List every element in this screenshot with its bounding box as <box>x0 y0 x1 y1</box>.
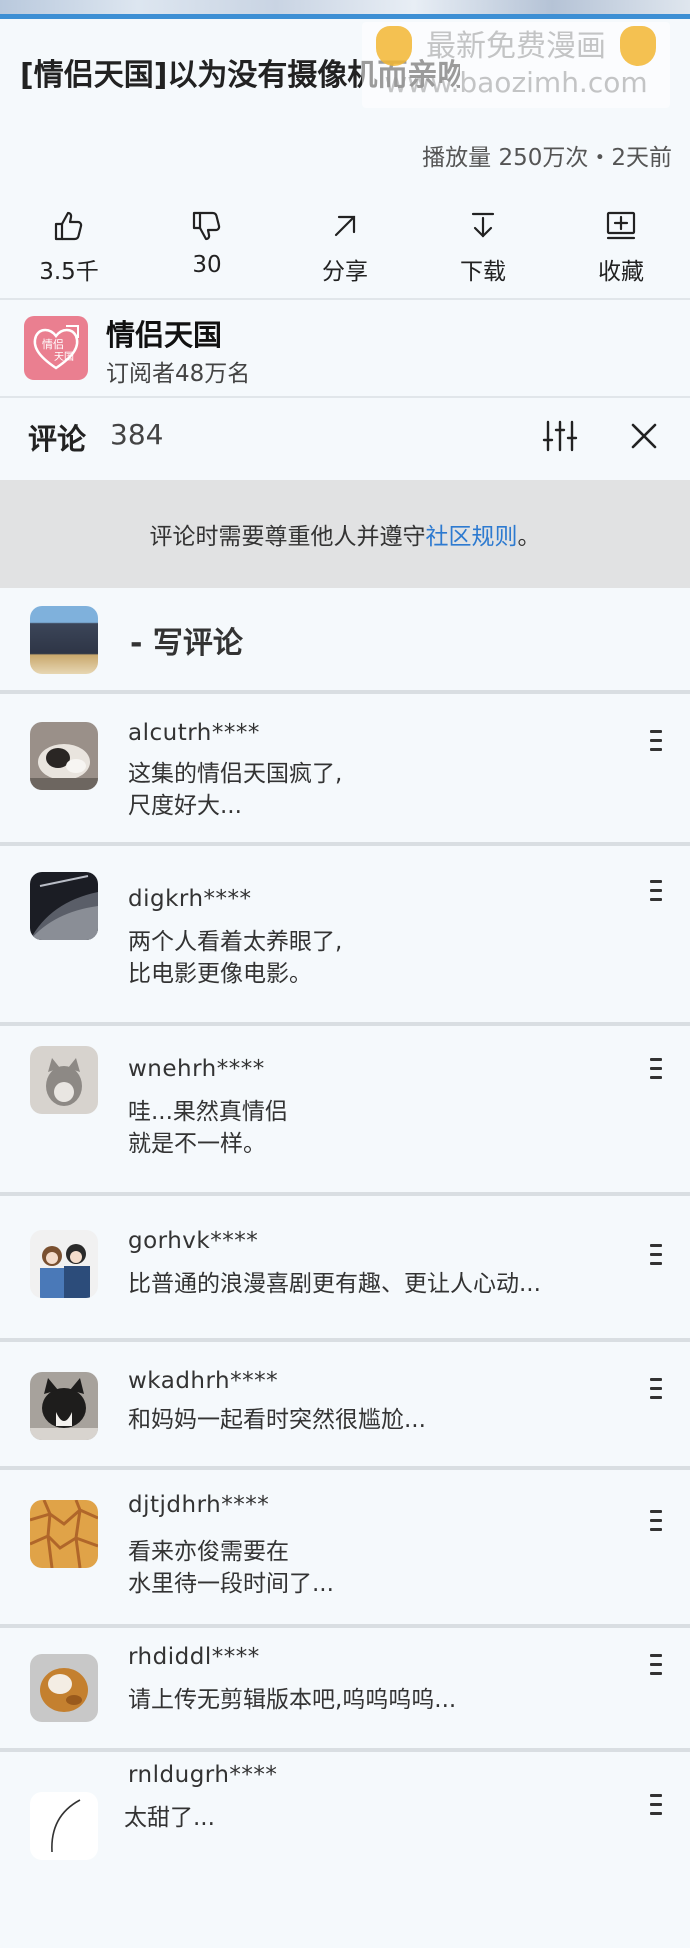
comment-text: 两个人看着太养眼了, 比电影更像电影。 <box>128 929 343 987</box>
comment-item: digkrh**** 两个人看着太养眼了, 比电影更像电影。 <box>0 846 690 1024</box>
cat-avatar-icon <box>30 722 98 790</box>
more-options-icon[interactable] <box>650 1654 662 1676</box>
channel-subscribers: 订阅者48万名 <box>106 361 251 387</box>
thumbs-down-icon <box>192 211 221 241</box>
watermark: 最新免费漫画 www.baozimh.com <box>362 22 670 108</box>
community-rules-link[interactable]: 社区规则 <box>426 517 518 551</box>
comment-username[interactable]: alcutrh**** <box>128 720 260 746</box>
avatar[interactable] <box>30 872 98 940</box>
comments-count: 384 <box>110 418 164 451</box>
channel-logo[interactable]: 情侣 天国 <box>24 316 88 380</box>
comment-text: 太甜了... <box>124 1805 215 1831</box>
more-options-icon[interactable] <box>650 880 662 902</box>
comments-header: 评论 384 <box>0 398 690 478</box>
thumbs-up-icon <box>54 211 83 241</box>
action-bar: 3.5千 30 分享 下载 收藏 <box>0 200 690 300</box>
more-options-icon[interactable] <box>650 730 662 752</box>
logo-text-bottom: 天国 <box>54 351 74 363</box>
comment-username[interactable]: djtjdhrh**** <box>128 1492 269 1518</box>
comment-username[interactable]: wnehrh**** <box>128 1056 265 1082</box>
more-options-icon[interactable] <box>650 1510 662 1532</box>
video-progress-bar[interactable] <box>0 14 690 19</box>
cat-avatar-icon <box>30 1372 98 1440</box>
more-options-icon[interactable] <box>650 1794 662 1816</box>
snack-avatar-icon <box>30 1500 98 1568</box>
comment-username[interactable]: wkadhrh**** <box>128 1368 278 1394</box>
comment-text: 比普通的浪漫喜剧更有趣、更让人心动... <box>128 1271 541 1297</box>
planet-avatar-icon <box>30 872 98 940</box>
comment-username[interactable]: rhdiddl**** <box>128 1644 260 1670</box>
channel-row[interactable]: 情侣 天国 情侣天国 订阅者48万名 <box>0 300 690 396</box>
save-label: 收藏 <box>598 259 644 285</box>
comment-item: djtjdhrh**** 看来亦俊需要在 水里待一段时间了... <box>0 1470 690 1624</box>
save-playlist-icon <box>606 211 636 240</box>
comment-username[interactable]: digkrh**** <box>128 886 252 912</box>
sort-filter-icon[interactable] <box>540 416 580 456</box>
avatar[interactable] <box>30 1372 98 1440</box>
current-user-avatar <box>30 606 98 674</box>
heart-logo-icon: 情侣 天国 <box>33 325 79 370</box>
comment-text: 哇...果然真情侣 就是不一样。 <box>128 1099 288 1157</box>
comment-text: 看来亦俊需要在 水里待一段时间了... <box>128 1539 334 1597</box>
write-comment-input[interactable]: - 写评论 <box>130 618 243 662</box>
comment-item: rhdiddl**** 请上传无剪辑版本吧,呜呜呜呜... <box>0 1628 690 1748</box>
dislike-count: 30 <box>192 252 222 278</box>
save-button[interactable]: 收藏 <box>552 200 690 300</box>
comment-text: 这集的情侣天国疯了, 尺度好大... <box>128 761 343 819</box>
dislike-button[interactable]: 30 <box>138 200 276 300</box>
share-icon <box>334 215 356 237</box>
bun-avatar-icon <box>30 1654 98 1722</box>
more-options-icon[interactable] <box>650 1378 662 1400</box>
more-options-icon[interactable] <box>650 1244 662 1266</box>
pointing-hand-icon <box>620 26 656 66</box>
comment-username[interactable]: gorhvk**** <box>128 1228 258 1254</box>
community-notice: 评论时需要尊重他人并遵守 社区规则。 <box>0 480 690 588</box>
comment-item: wnehrh**** 哇...果然真情侣 就是不一样。 <box>0 1026 690 1192</box>
comment-item: alcutrh**** 这集的情侣天国疯了, 尺度好大... <box>0 694 690 842</box>
comment-item: rnldugrh**** 太甜了... <box>0 1752 690 1948</box>
avatar[interactable] <box>30 1046 98 1114</box>
close-icon[interactable] <box>626 418 662 454</box>
like-count: 3.5千 <box>39 259 99 285</box>
share-button[interactable]: 分享 <box>276 200 414 300</box>
avatar[interactable] <box>30 1654 98 1722</box>
pointing-hand-icon <box>376 26 412 66</box>
avatar[interactable] <box>30 722 98 790</box>
comment-text: 请上传无剪辑版本吧,呜呜呜呜... <box>128 1687 457 1713</box>
channel-name[interactable]: 情侣天国 <box>106 312 222 354</box>
notice-end: 。 <box>517 524 541 550</box>
write-comment-row[interactable]: - 写评论 <box>0 590 690 690</box>
avatar[interactable] <box>30 1500 98 1568</box>
download-label: 下载 <box>460 259 506 285</box>
couple-avatar-icon <box>30 1230 98 1298</box>
logo-text-top: 情侣 <box>42 337 64 351</box>
comment-username[interactable]: rnldugrh**** <box>128 1762 277 1788</box>
avatar[interactable] <box>30 1792 98 1860</box>
comment-item: gorhvk**** 比普通的浪漫喜剧更有趣、更让人心动... <box>0 1196 690 1338</box>
cat-avatar-icon <box>30 1046 98 1114</box>
comments-title: 评论 <box>28 422 87 456</box>
avatar[interactable] <box>30 1230 98 1298</box>
download-icon <box>471 212 495 238</box>
download-button[interactable]: 下载 <box>414 200 552 300</box>
video-meta: 播放量 250万次・2天前 <box>422 145 672 171</box>
more-options-icon[interactable] <box>650 1058 662 1080</box>
like-button[interactable]: 3.5千 <box>0 200 138 300</box>
comment-item: wkadhrh**** 和妈妈一起看时突然很尴尬... <box>0 1342 690 1466</box>
feather-avatar-icon <box>30 1792 98 1860</box>
comment-text: 和妈妈一起看时突然很尴尬... <box>128 1407 426 1433</box>
notice-text: 评论时需要尊重他人并遵守 <box>149 524 426 550</box>
watermark-line1: 最新免费漫画 <box>426 29 606 64</box>
watermark-line2: www.baozimh.com <box>384 66 648 99</box>
share-label: 分享 <box>322 259 368 285</box>
